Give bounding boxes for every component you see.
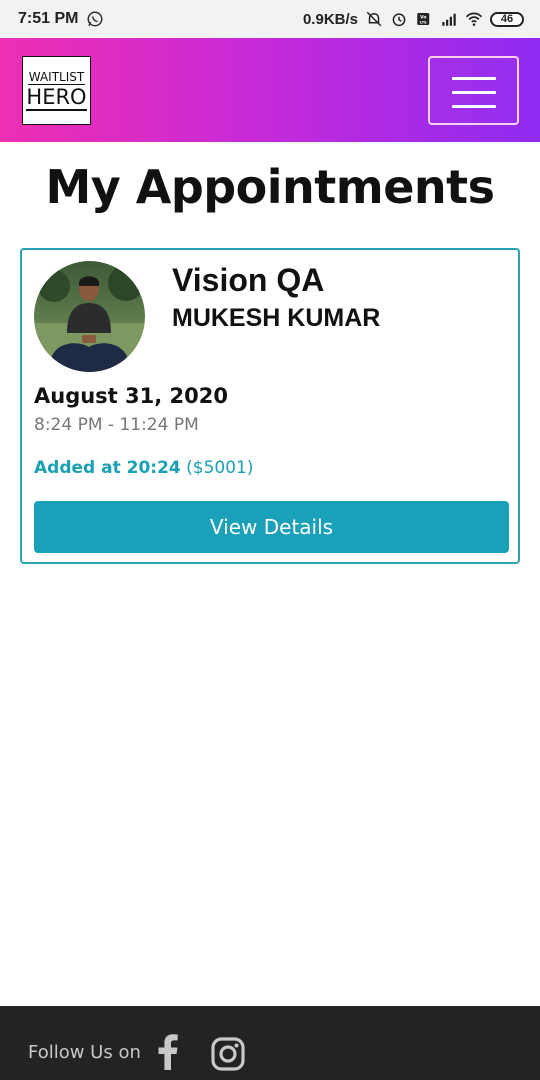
logo-line2: HERO xyxy=(26,85,87,111)
footer: Follow Us on xyxy=(0,1006,540,1080)
avatar xyxy=(34,261,145,372)
wifi-icon xyxy=(465,12,483,26)
appointment-card: Vision QA MUKESH KUMAR August 31, 2020 8… xyxy=(20,248,520,564)
added-time: Added at 20:24 xyxy=(34,458,181,478)
mute-notifications-icon xyxy=(366,11,382,27)
signal-icon xyxy=(442,13,456,26)
battery-icon: 46 xyxy=(490,11,524,27)
instagram-icon[interactable] xyxy=(210,1036,246,1072)
facebook-icon[interactable] xyxy=(155,1034,179,1070)
page-title: My Appointments xyxy=(45,160,495,214)
volte-icon: Vo LTE xyxy=(417,13,430,25)
service-name: Vision QA xyxy=(172,262,325,298)
provider-photo xyxy=(34,261,145,372)
whatsapp-icon xyxy=(87,11,103,27)
hamburger-menu-icon[interactable] xyxy=(428,56,519,125)
menu-line xyxy=(452,91,496,94)
status-time: 7:51 PM xyxy=(18,10,79,27)
logo-line1: WAITLIST xyxy=(27,70,86,85)
appointment-time: 8:24 PM - 11:24 PM xyxy=(34,415,199,435)
provider-name: MUKESH KUMAR xyxy=(172,304,381,332)
svg-text:LTE: LTE xyxy=(420,21,427,25)
status-bar-left: 7:51 PM xyxy=(18,10,104,28)
follow-us-label: Follow Us on xyxy=(28,1042,141,1063)
added-info: Added at 20:24 ($5001) xyxy=(34,458,254,478)
app-header: WAITLIST HERO xyxy=(0,38,540,142)
appointment-date: August 31, 2020 xyxy=(34,384,228,408)
price: ($5001) xyxy=(186,458,254,478)
view-details-button[interactable]: View Details xyxy=(34,501,509,553)
alarm-icon xyxy=(392,13,406,27)
waitlist-hero-logo[interactable]: WAITLIST HERO xyxy=(22,56,91,125)
status-bar-right: 0.9KB/s Vo LTE 46 xyxy=(303,10,524,28)
menu-line xyxy=(452,77,496,80)
svg-text:Vo: Vo xyxy=(420,14,426,20)
network-speed: 0.9KB/s xyxy=(302,10,358,28)
status-bar: 7:51 PM 0.9KB/s Vo LTE 46 xyxy=(0,0,540,38)
menu-line xyxy=(452,105,496,108)
